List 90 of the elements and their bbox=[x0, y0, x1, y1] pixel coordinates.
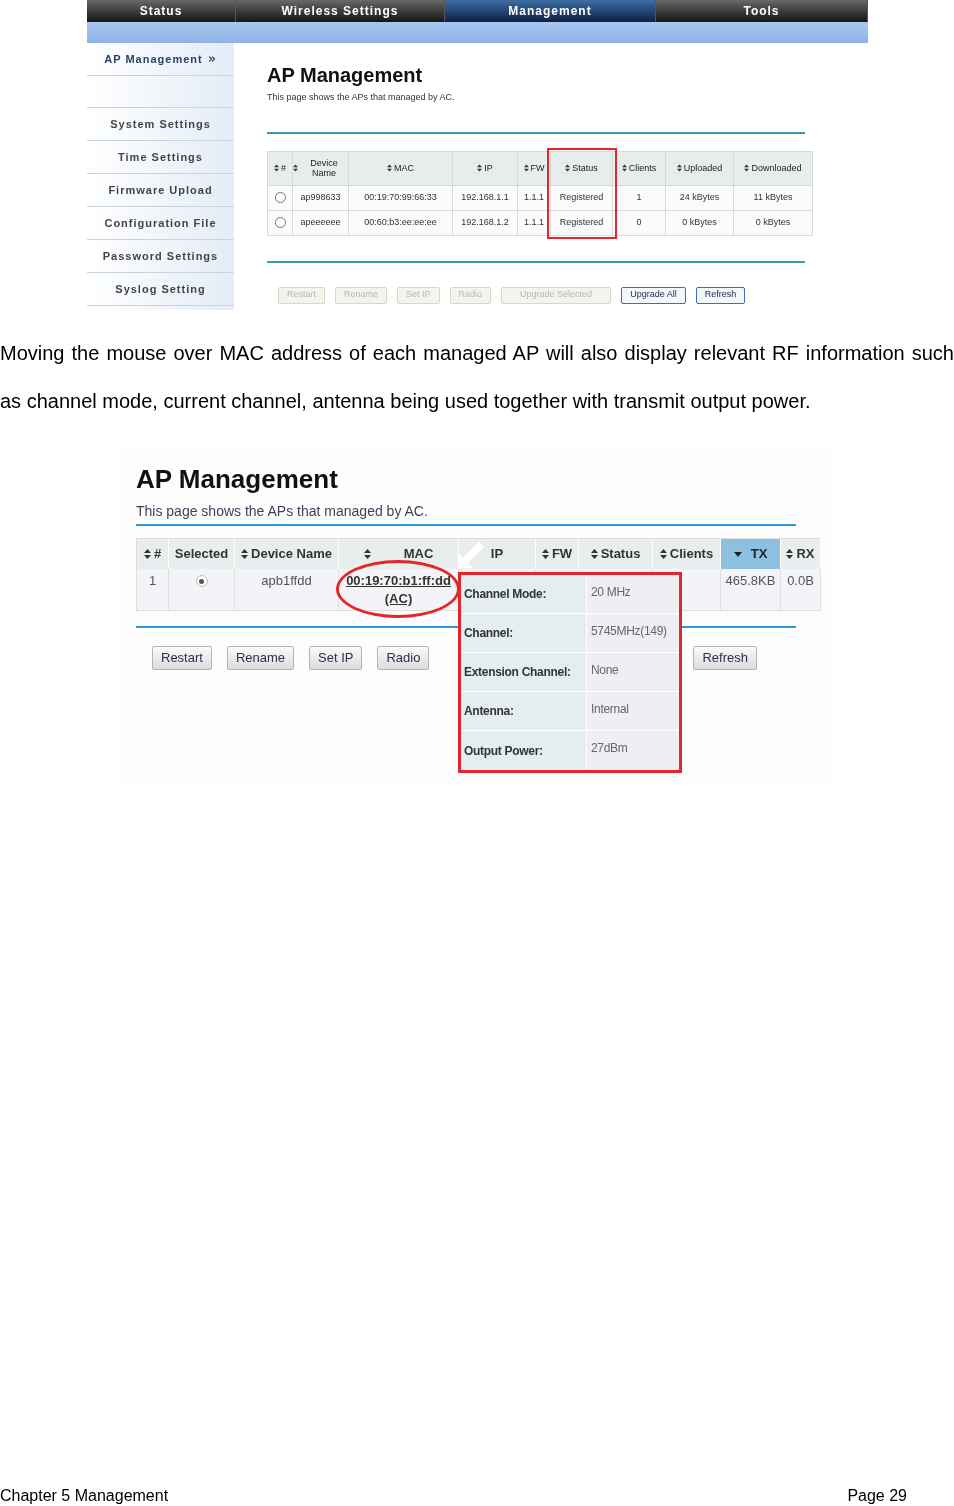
action-button[interactable]: Radio bbox=[377, 645, 430, 670]
double-chevron-icon bbox=[206, 54, 217, 64]
sort-icon bbox=[621, 164, 627, 172]
table-cell: 00:60:b3:ee:ee:ee bbox=[349, 209, 453, 235]
page-description: This page shows the APs that managed by AC. bbox=[136, 502, 429, 520]
tooltip-value: Internal bbox=[587, 692, 679, 730]
action-button[interactable]: Upgrade All bbox=[621, 286, 686, 304]
tooltip-value: 20 MHz bbox=[587, 575, 679, 613]
column-header[interactable]: # bbox=[268, 151, 293, 185]
radio-button[interactable] bbox=[274, 192, 286, 203]
column-header[interactable]: Device Name bbox=[235, 539, 339, 569]
column-header[interactable]: MAC bbox=[349, 151, 453, 185]
column-header[interactable]: RX bbox=[781, 539, 821, 569]
action-button[interactable]: Refresh bbox=[693, 645, 757, 670]
sort-icon bbox=[241, 549, 248, 559]
column-header[interactable]: Uploaded bbox=[666, 151, 734, 185]
sidebar-item[interactable]: AP Management bbox=[87, 43, 234, 76]
page-title: AP Management bbox=[267, 63, 424, 87]
table-cell: 24 kBytes bbox=[666, 184, 734, 210]
table-cell: Registered bbox=[551, 209, 613, 235]
column-header[interactable]: FW bbox=[518, 151, 551, 185]
tooltip-label: Channel: bbox=[461, 614, 587, 652]
table-cell: 0 kBytes bbox=[734, 209, 813, 235]
column-header[interactable]: Selected bbox=[169, 539, 235, 569]
nav-tab[interactable]: Tools bbox=[656, 0, 868, 22]
sort-icon bbox=[477, 164, 483, 172]
column-header[interactable]: Downloaded bbox=[734, 151, 813, 185]
sort-icon bbox=[786, 549, 794, 559]
sidebar-item[interactable]: Time Settings bbox=[87, 141, 234, 174]
table-cell: Registered bbox=[551, 184, 613, 210]
tooltip-value: None bbox=[587, 653, 679, 691]
nav-tab[interactable]: Management bbox=[445, 0, 656, 22]
action-button[interactable]: Rename bbox=[226, 645, 295, 670]
action-button[interactable]: Restart bbox=[152, 645, 212, 670]
action-button[interactable]: Refresh bbox=[695, 286, 746, 304]
table-cell: apeeeeee bbox=[293, 209, 349, 235]
sort-icon bbox=[274, 164, 279, 172]
tooltip-label: Antenna: bbox=[461, 692, 587, 730]
sort-icon bbox=[590, 549, 598, 559]
sort-icon bbox=[541, 549, 549, 559]
page-title: AP Management bbox=[136, 464, 339, 494]
footer-chapter: Chapter 5 Management bbox=[0, 1486, 169, 1506]
sort-icon bbox=[387, 164, 392, 172]
table-cell: 11 kBytes bbox=[734, 184, 813, 210]
nav-tab[interactable]: Status bbox=[87, 0, 236, 22]
sort-icon bbox=[659, 549, 667, 559]
tooltip-label: Output Power: bbox=[461, 731, 587, 770]
action-button[interactable]: Set IP bbox=[309, 645, 363, 670]
cell-text: 0.0B bbox=[787, 572, 814, 590]
tooltip-value: 27dBm bbox=[587, 731, 679, 770]
column-header[interactable]: MAC bbox=[339, 539, 459, 569]
caret-down-icon bbox=[733, 551, 742, 557]
sort-icon bbox=[523, 164, 529, 172]
radio-button[interactable] bbox=[195, 575, 208, 587]
table-cell: ap998633 bbox=[293, 184, 349, 210]
mac-link[interactable]: 00:19:70:b1:ff:dd (AC) bbox=[342, 572, 455, 610]
column-header[interactable]: Clients bbox=[653, 539, 721, 569]
table-cell: 0 kBytes bbox=[666, 209, 734, 235]
table-cell: 00:19:70:99:66:33 bbox=[349, 184, 453, 210]
column-header[interactable]: # bbox=[137, 539, 169, 569]
column-header[interactable]: Status bbox=[551, 151, 613, 185]
sidebar-item[interactable]: Syslog Setting bbox=[87, 273, 234, 306]
sidebar-item[interactable]: Configuration File bbox=[87, 207, 234, 240]
sort-icon bbox=[565, 164, 571, 172]
sort-icon bbox=[363, 549, 371, 559]
tooltip-label: Extension Channel: bbox=[461, 653, 587, 691]
footer-page-number: Page 29 bbox=[847, 1486, 907, 1506]
sidebar-item[interactable]: Password Settings bbox=[87, 240, 234, 273]
table-cell: 192.168.1.2 bbox=[453, 209, 518, 235]
column-header[interactable]: Device Name bbox=[293, 151, 349, 185]
column-header[interactable]: TX bbox=[721, 539, 781, 569]
cell-text: apb1ffdd bbox=[261, 572, 312, 590]
cell-text: 1 bbox=[148, 572, 157, 590]
page-description: This page shows the APs that managed by AC. bbox=[267, 91, 456, 104]
tooltip-value: 5745MHz(149) bbox=[587, 614, 679, 652]
nav-tab[interactable]: Wireless Settings bbox=[236, 0, 445, 22]
body-paragraph: Moving the mouse over MAC address of each managed AP will also display relevant RF information such as channel mode, current channel, antenna being used together with transmit output power. bbox=[0, 341, 954, 414]
table-cell: 192.168.1.1 bbox=[453, 184, 518, 210]
cell-text: 465.8KB bbox=[725, 572, 776, 590]
sort-icon bbox=[676, 164, 682, 172]
column-header[interactable]: IP bbox=[453, 151, 518, 185]
sort-icon bbox=[143, 549, 151, 559]
sort-icon bbox=[744, 164, 750, 172]
column-header[interactable]: Status bbox=[579, 539, 653, 569]
sidebar-item[interactable]: System Settings bbox=[87, 108, 234, 141]
column-header[interactable]: Clients bbox=[613, 151, 666, 185]
column-header[interactable]: FW bbox=[536, 539, 579, 569]
radio-button[interactable] bbox=[274, 217, 286, 228]
tooltip-label: Channel Mode: bbox=[461, 575, 587, 613]
sidebar-item[interactable]: Firmware Upload bbox=[87, 174, 234, 207]
